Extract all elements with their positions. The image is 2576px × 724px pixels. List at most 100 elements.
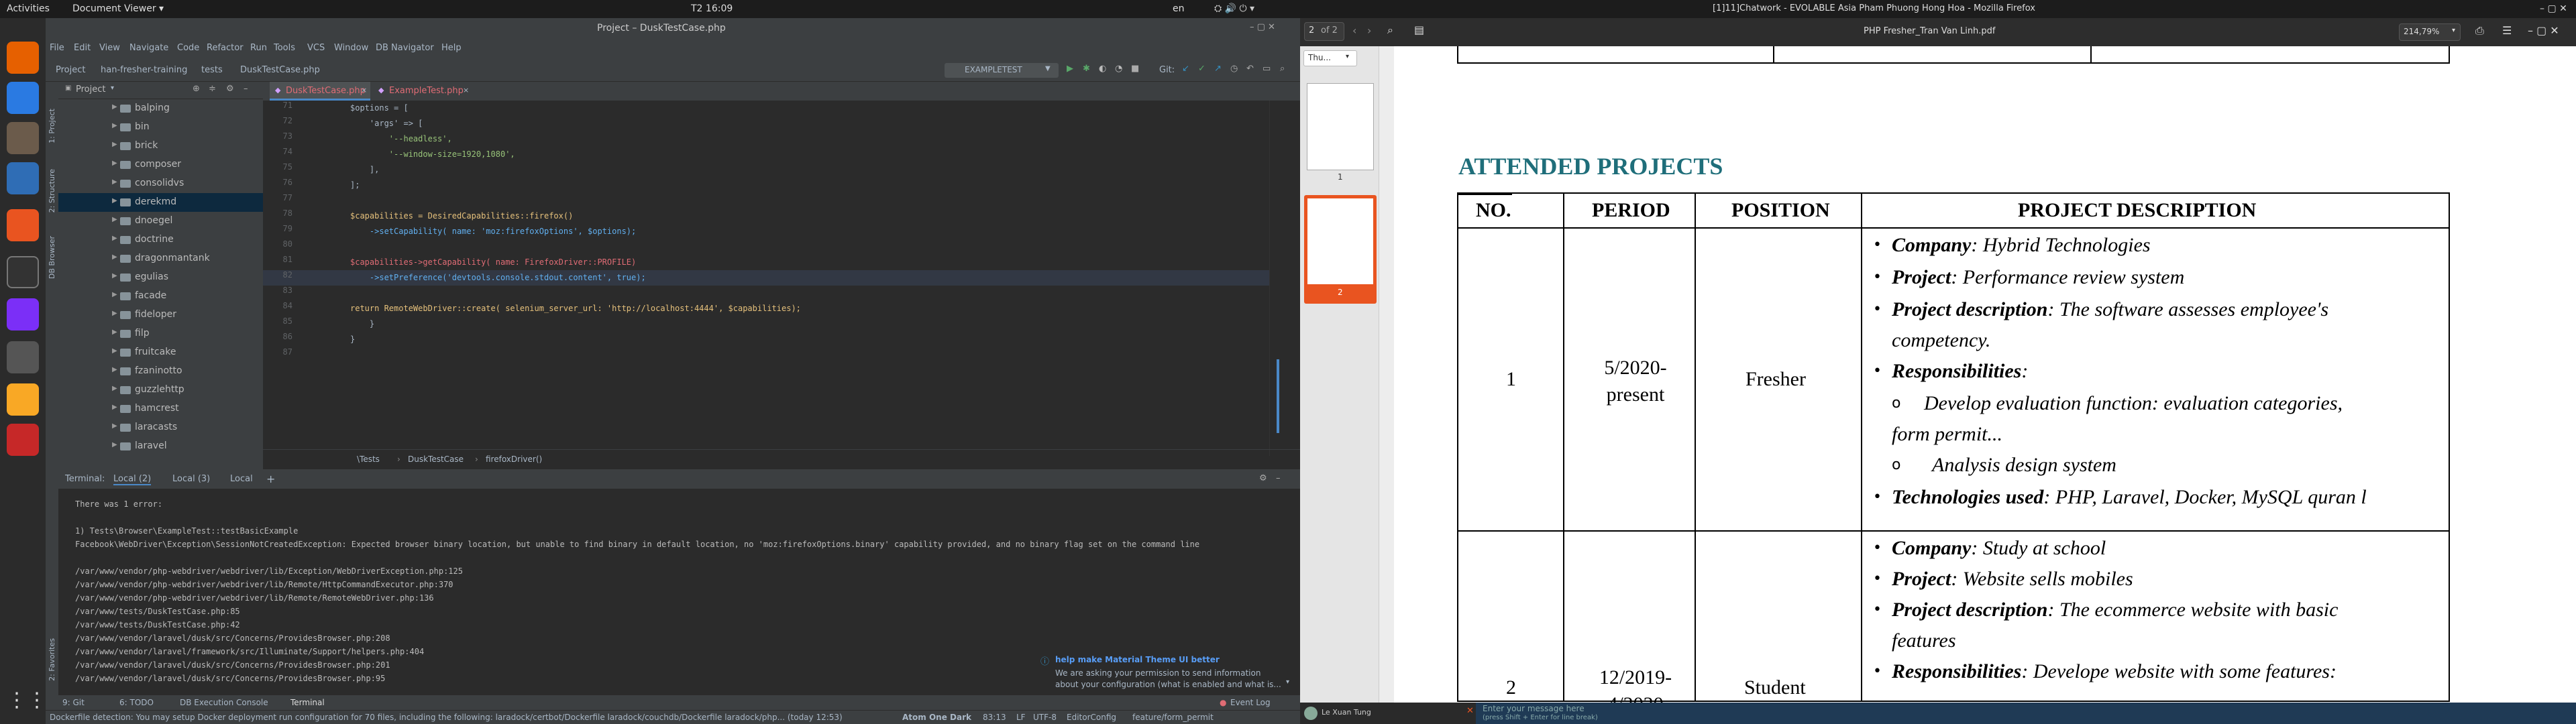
minimize-panel-icon[interactable]: –: [1276, 473, 1281, 483]
editorconfig-indicator[interactable]: EditorConfig: [1067, 713, 1116, 722]
db-navigator-menu[interactable]: DB Navigator: [376, 43, 434, 53]
files-icon[interactable]: [7, 122, 39, 154]
stop-icon[interactable]: ■: [1131, 64, 1139, 74]
run-menu[interactable]: Run: [250, 43, 267, 53]
coverage-icon[interactable]: ◐: [1099, 64, 1106, 74]
print-icon[interactable]: ⎙: [2475, 24, 2484, 38]
theme-indicator[interactable]: Atom One Dark: [902, 713, 971, 722]
db-console-tool-tab[interactable]: DB Execution Console: [180, 698, 268, 707]
phpstorm-icon[interactable]: [7, 298, 39, 330]
navigate-menu[interactable]: Navigate: [129, 43, 168, 53]
sidebar-mode-select[interactable]: Thu... ▾: [1303, 50, 1357, 66]
terminal-tab-local3[interactable]: Local (3): [172, 474, 210, 484]
page-input[interactable]: 2 of 2: [1304, 22, 1344, 41]
tree-item[interactable]: ▶ brick: [58, 137, 263, 156]
tree-item[interactable]: ▶ laravel: [58, 437, 263, 456]
chat-input[interactable]: Enter your message here (press Shift + E…: [1476, 703, 2576, 724]
edit-menu[interactable]: Edit: [74, 43, 91, 53]
tree-item[interactable]: ▶ dnoegel: [58, 212, 263, 231]
file-encoding[interactable]: UTF-8: [1033, 713, 1057, 722]
ide-window-controls[interactable]: – ▢ ✕: [1250, 22, 1275, 32]
terminal-icon[interactable]: [7, 256, 39, 288]
tree-item[interactable]: ▶ balping: [58, 99, 263, 118]
tree-item[interactable]: ▶ dragonmantank: [58, 249, 263, 268]
breadcrumb-method[interactable]: firefoxDriver(): [486, 455, 542, 464]
breadcrumb-module[interactable]: han-fresher-training: [101, 65, 187, 75]
search-icon[interactable]: ⌕: [1280, 64, 1285, 74]
event-log-tab[interactable]: Event Log: [1230, 698, 1271, 707]
run-icon[interactable]: ▶: [1067, 64, 1073, 74]
file-menu[interactable]: File: [50, 43, 64, 53]
gear-icon[interactable]: ⚙: [1259, 473, 1267, 483]
tree-item[interactable]: ▶ guzzlehttp: [58, 381, 263, 400]
help-menu[interactable]: Help: [441, 43, 462, 53]
show-apps-icon[interactable]: ⋮⋮: [7, 688, 47, 721]
page-thumbnail-1[interactable]: [1307, 83, 1374, 170]
add-terminal-button[interactable]: +: [266, 473, 275, 485]
pdf-page[interactable]: ATTENDED PROJECTS NO. PERIOD POSITION PR…: [1394, 46, 2576, 703]
breadcrumb-project[interactable]: Project: [56, 65, 85, 75]
writer-icon[interactable]: [7, 162, 39, 194]
project-panel-title[interactable]: Project: [76, 84, 105, 95]
window-menu[interactable]: Window: [334, 43, 368, 53]
search-icon[interactable]: ⌕: [1387, 23, 1393, 37]
language-indicator[interactable]: en: [1173, 3, 1185, 14]
breadcrumb-class[interactable]: DuskTestCase: [408, 455, 464, 464]
settings-icon[interactable]: ▭: [1263, 64, 1271, 74]
git-commit-icon[interactable]: ✓: [1198, 64, 1205, 74]
git-update-icon[interactable]: ↙: [1182, 64, 1189, 74]
breadcrumb-namespace[interactable]: \Tests: [357, 455, 380, 464]
vcs-menu[interactable]: VCS: [307, 43, 325, 53]
tree-item[interactable]: ▶ composer: [58, 156, 263, 174]
collapse-icon[interactable]: ≑: [209, 84, 216, 94]
notification-title[interactable]: help make Material Theme UI better: [1055, 655, 1220, 664]
chevron-down-icon[interactable]: ▾: [1286, 678, 1289, 686]
activities-button[interactable]: Activities: [7, 3, 50, 14]
tree-item[interactable]: ▶ doctrine: [58, 231, 263, 249]
camera-icon[interactable]: [7, 341, 39, 373]
git-branch[interactable]: feature/form_permit: [1132, 713, 1214, 722]
terminal-tab-local[interactable]: Local: [230, 474, 253, 484]
db-browser-tool-tab[interactable]: DB Browser: [48, 236, 56, 279]
minimize-panel-icon[interactable]: –: [244, 84, 248, 94]
software-center-icon[interactable]: [7, 209, 39, 241]
cursor-position[interactable]: 83:13: [983, 713, 1006, 722]
next-page-icon[interactable]: ›: [1367, 24, 1371, 37]
tree-item[interactable]: ▶ egulias: [58, 268, 263, 287]
git-history-icon[interactable]: ◷: [1230, 64, 1238, 74]
git-tool-tab[interactable]: 9: Git: [62, 698, 85, 707]
line-separator[interactable]: LF: [1016, 713, 1026, 722]
zoom-select[interactable]: 214,79% ▾: [2399, 23, 2461, 41]
thunderbird-icon[interactable]: [7, 82, 39, 114]
project-tool-tab[interactable]: 1: Project: [48, 109, 56, 143]
breadcrumb-folder[interactable]: tests: [201, 65, 223, 75]
window-controls[interactable]: – ▢ ✕: [2540, 3, 2567, 14]
tree-item[interactable]: ▶ filp: [58, 324, 263, 343]
breadcrumb-file[interactable]: DuskTestCase.php: [240, 65, 320, 75]
refactor-menu[interactable]: Refactor: [207, 43, 244, 53]
terminal-tool-tab[interactable]: Terminal: [290, 698, 325, 707]
prev-page-icon[interactable]: ‹: [1352, 24, 1356, 37]
favorites-tool-tab[interactable]: 2: Favorites: [48, 638, 56, 681]
status-message[interactable]: Dockerfile detection: You may setup Dock…: [50, 713, 843, 722]
structure-tool-tab[interactable]: 2: Structure: [48, 169, 56, 213]
terminal-tab-local2[interactable]: Local (2): [113, 474, 152, 485]
page-thumbnail-2-selected[interactable]: 2: [1304, 195, 1377, 304]
menu-icon[interactable]: ☰: [2502, 24, 2512, 37]
editor-scrollbar[interactable]: [1269, 101, 1283, 456]
tree-item[interactable]: ▶ hamcrest: [58, 400, 263, 418]
run-config-select[interactable]: EXAMPLETEST ▼: [945, 63, 1059, 78]
tree-item[interactable]: ▶ consolidvs: [58, 174, 263, 193]
close-icon[interactable]: ×: [361, 86, 367, 95]
tree-item[interactable]: ▶ laracasts: [58, 418, 263, 437]
app-menu[interactable]: Document Viewer ▾: [72, 3, 164, 14]
sublime-icon[interactable]: [7, 383, 39, 416]
code-menu[interactable]: Code: [177, 43, 199, 53]
tree-item[interactable]: ▶ fzaninotto: [58, 362, 263, 381]
tree-item[interactable]: ▶ fruitcake: [58, 343, 263, 362]
tree-item-selected[interactable]: ▶ derekmd: [58, 193, 263, 212]
scroll-thumb[interactable]: [1277, 359, 1279, 433]
chevron-down-icon[interactable]: ▾: [111, 84, 114, 92]
tab-dusktestcase[interactable]: ◆ DuskTestCase.php ×: [270, 82, 370, 101]
tree-item[interactable]: ▶ bin: [58, 118, 263, 137]
